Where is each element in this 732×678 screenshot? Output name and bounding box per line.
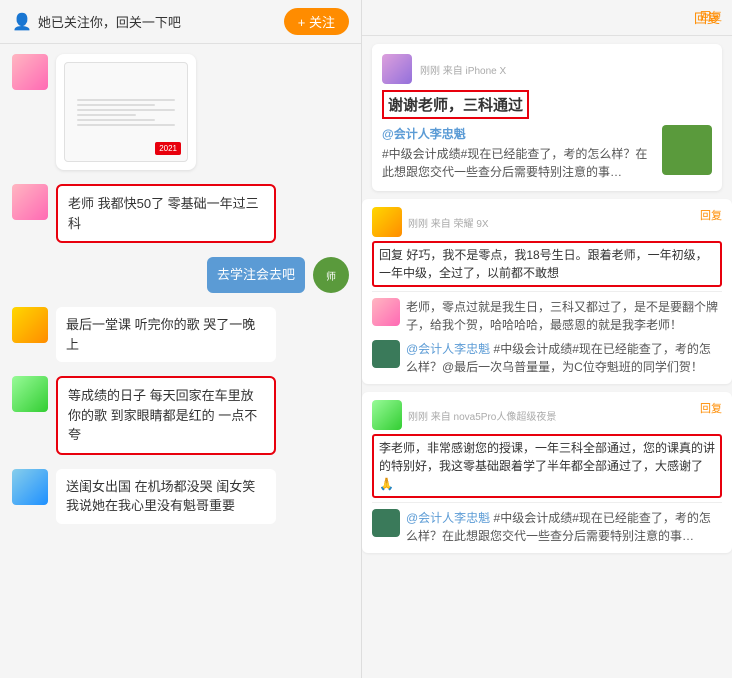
sub-text-2b: @会计人李忠魁 #中级会计成绩#现在已经能查了，考的怎么样？@最后一次乌普量量，…	[406, 340, 722, 376]
msg-row-6: 送闺女出国 在机场都没哭 闺女笑我说她在我心里没有魁哥重要	[12, 469, 349, 524]
comment-text-3: 李老师，非常感谢您的授课，一年三科全部通过，您的课真的讲的特别好，我这零基础跟着…	[379, 441, 715, 491]
comment-header-2: 刚刚 来自 荣耀 9X 回复	[372, 207, 722, 237]
follow-button[interactable]: + 关注	[284, 8, 349, 35]
post-content-1: @会计人李忠魁 #中级会计成绩#现在已经能查了，考的怎么样？在此想跟您交代一些查…	[382, 125, 712, 181]
sub-comment-2b: @会计人李忠魁 #中级会计成绩#现在已经能查了，考的怎么样？@最后一次乌普量量，…	[372, 340, 722, 376]
comment-item-3: 刚刚 来自 nova5Pro人像超级夜景 回复 李老师，非常感谢您的授课，一年三…	[362, 392, 732, 553]
sub-avatar-2a	[372, 298, 400, 326]
doc-stamp: 2021	[155, 142, 181, 155]
right-panel: 回复 刚刚 来自 iPhone X 回复 谢谢老师，三科通过 @会计人李忠魁 #…	[362, 0, 732, 678]
post-body-1: @会计人李忠魁 #中级会计成绩#现在已经能查了，考的怎么样？在此想跟您交代一些查…	[382, 125, 654, 181]
teacher-avatar: 师	[313, 257, 349, 293]
post-title-1: 谢谢老师，三科通过	[382, 90, 529, 119]
sub-avatar-2b	[372, 340, 400, 368]
sender-avatar-6	[12, 469, 48, 505]
sender-avatar-5	[12, 376, 48, 412]
post-body-name-1: @会计人李忠魁	[382, 125, 654, 142]
sub-text-3: @会计人李忠魁 #中级会计成绩#现在已经能查了，考的怎么样？在此想跟您交代一些查…	[406, 509, 722, 545]
msg-row-4: 最后一堂课 听完你的歌 哭了一晚上	[12, 307, 349, 362]
notice-icon: 👤	[12, 12, 32, 32]
reply-btn-3[interactable]: 回复	[700, 400, 722, 416]
post-meta-1: 刚刚 来自 iPhone X	[420, 62, 506, 77]
message-bubble-4: 最后一堂课 听完你的歌 哭了一晚上	[56, 307, 276, 362]
sub-avatar-3	[372, 509, 400, 537]
message-bubble-3: 去学注会去吧	[207, 257, 305, 293]
chat-area: 2021 老师 我都快50了 零基础一年过三科 师 去学注会去吧 最后一堂课 听…	[0, 44, 361, 678]
sender-avatar-2	[12, 184, 48, 220]
sub-comment-3: @会计人李忠魁 #中级会计成绩#现在已经能查了，考的怎么样？在此想跟您交代一些查…	[372, 509, 722, 545]
message-text-4: 最后一堂课 听完你的歌 哭了一晚上	[66, 317, 255, 352]
divider-2	[372, 291, 722, 292]
comment-item-2: 刚刚 来自 荣耀 9X 回复 回复 好巧，我不是零点，我18号生日。跟着老师，一…	[362, 199, 732, 384]
sub-text-2a: 老师，零点过就是我生日，三科又都过了，是不是要翻个牌子，给我个贺，哈哈哈哈，最感…	[406, 298, 722, 334]
post-card-1: 刚刚 来自 iPhone X 回复 谢谢老师，三科通过 @会计人李忠魁 #中级会…	[372, 44, 722, 191]
comment-text-2: 回复 好巧，我不是零点，我18号生日。跟着老师，一年初级，一年中级，全过了，以前…	[379, 248, 708, 280]
top-bar-notice: 👤 她已关注你，回关一下吧	[12, 12, 181, 32]
post-thumb-1	[662, 125, 712, 175]
comment-avatar-3	[372, 400, 402, 430]
comment-meta-2: 刚刚 来自 荣耀 9X	[408, 215, 489, 230]
message-text-6: 送闺女出国 在机场都没哭 闺女笑我说她在我心里没有魁哥重要	[66, 479, 255, 514]
doc-message-row: 2021	[12, 54, 349, 170]
message-text-3: 去学注会去吧	[217, 267, 295, 282]
message-bubble-5: 等成绩的日子 每天回家在车里放你的歌 到家眼睛都是红的 一点不夸	[56, 376, 276, 455]
document-card: 2021	[56, 54, 196, 170]
comment-body-3: 李老师，非常感谢您的授课，一年三科全部通过，您的课真的讲的特别好，我这零基础跟着…	[372, 434, 722, 498]
msg-row-2: 老师 我都快50了 零基础一年过三科	[12, 184, 349, 243]
right-header: 回复	[362, 0, 732, 36]
left-panel: 👤 她已关注你，回关一下吧 + 关注 2021	[0, 0, 362, 678]
message-bubble-2: 老师 我都快50了 零基础一年过三科	[56, 184, 276, 243]
msg-row-3: 师 去学注会去吧	[12, 257, 349, 293]
notice-text: 她已关注你，回关一下吧	[38, 12, 181, 31]
comment-meta-3: 刚刚 来自 nova5Pro人像超级夜景	[408, 408, 556, 423]
message-bubble-6: 送闺女出国 在机场都没哭 闺女笑我说她在我心里没有魁哥重要	[56, 469, 276, 524]
comment-header-3: 刚刚 来自 nova5Pro人像超级夜景 回复	[372, 400, 722, 430]
top-bar: 👤 她已关注你，回关一下吧 + 关注	[0, 0, 361, 44]
reply-btn-2[interactable]: 回复	[700, 207, 722, 223]
msg-row-5: 等成绩的日子 每天回家在车里放你的歌 到家眼睛都是红的 一点不夸	[12, 376, 349, 455]
post-header-1: 刚刚 来自 iPhone X 回复	[382, 54, 712, 84]
post-avatar-1	[382, 54, 412, 84]
divider-3	[372, 502, 722, 503]
reply-btn-1[interactable]: 回复	[700, 8, 722, 24]
sub-comment-2a: 老师，零点过就是我生日，三科又都过了，是不是要翻个牌子，给我个贺，哈哈哈哈，最感…	[372, 298, 722, 334]
sender-avatar-4	[12, 307, 48, 343]
comment-avatar-2	[372, 207, 402, 237]
comment-body-2: 回复 好巧，我不是零点，我18号生日。跟着老师，一年初级，一年中级，全过了，以前…	[372, 241, 722, 287]
post-body-text-1: #中级会计成绩#现在已经能查了，考的怎么样？在此想跟您交代一些查分后需要特别注意…	[382, 145, 654, 181]
message-text-5: 等成绩的日子 每天回家在车里放你的歌 到家眼睛都是红的 一点不夸	[68, 388, 257, 442]
sender-avatar-1	[12, 54, 48, 90]
message-text-2: 老师 我都快50了 零基础一年过三科	[68, 196, 259, 231]
